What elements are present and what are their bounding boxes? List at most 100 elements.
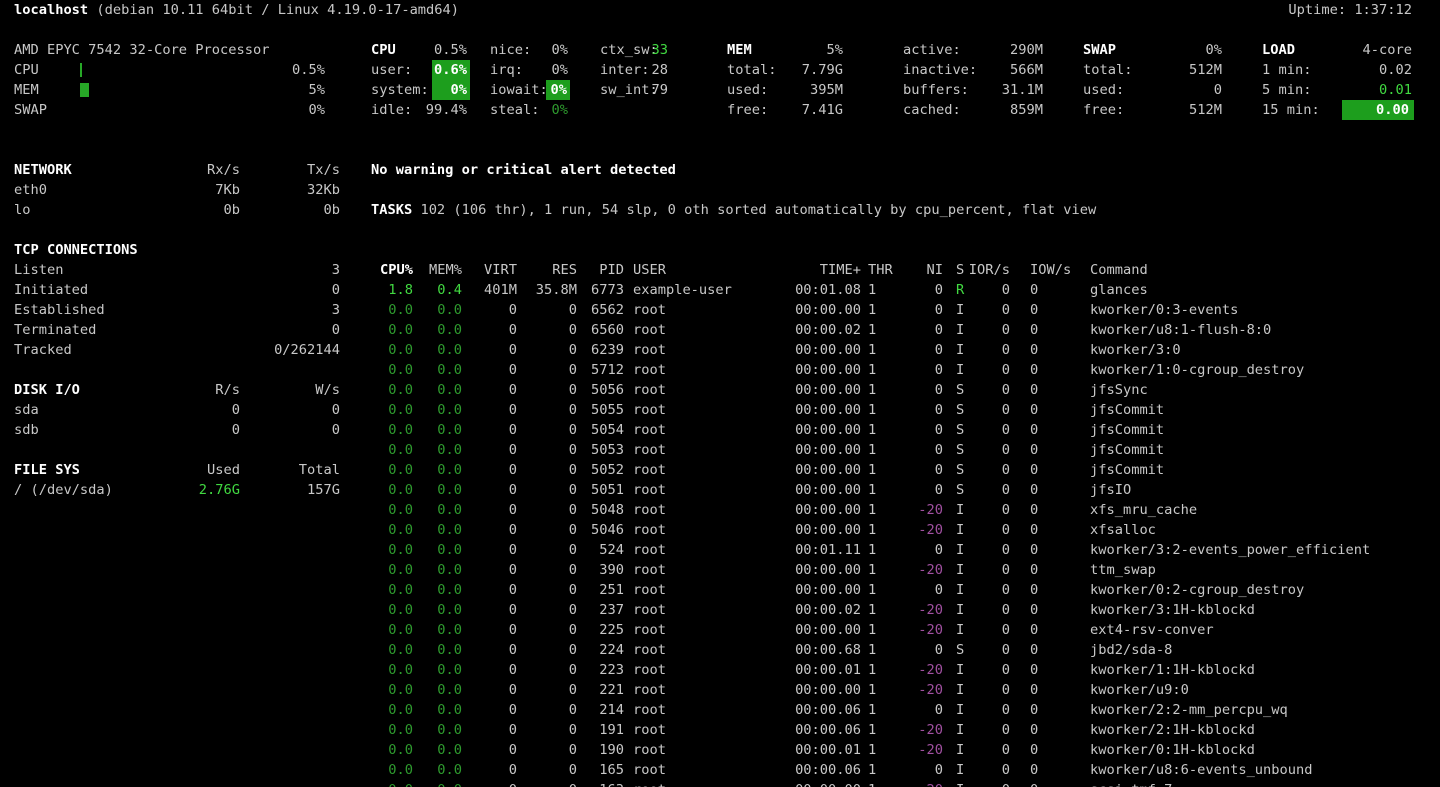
proc-iow: 0 (1030, 720, 1075, 740)
proc-ni: -20 (900, 780, 943, 787)
proc-ni: 0 (900, 440, 943, 460)
network-rx: 0b (160, 200, 240, 220)
proc-res: 0 (525, 680, 577, 700)
proc-res: 0 (525, 440, 577, 460)
mem-cached-label: cached: (903, 100, 961, 120)
network-tx: 0b (260, 200, 340, 220)
proc-ior: 0 (960, 640, 1010, 660)
proc-ior: 0 (960, 500, 1010, 520)
proc-virt: 0 (470, 600, 517, 620)
table-row: 0.00.0005046root00:00.001-20I00xfsalloc (0, 520, 1440, 540)
load-1min-value: 0.02 (1330, 60, 1412, 80)
proc-res: 0 (525, 740, 577, 760)
proc-ni: -20 (900, 620, 943, 640)
proc-mem: 0.0 (422, 780, 462, 787)
proc-virt: 401M (470, 280, 517, 300)
proc-ni: -20 (900, 740, 943, 760)
proc-virt: 0 (470, 700, 517, 720)
proc-time: 00:00.01 (780, 660, 861, 680)
proc-ni: -20 (900, 660, 943, 680)
proc-ni: 0 (900, 400, 943, 420)
proc-time: 00:00.00 (780, 780, 861, 787)
proc-cpu: 0.0 (373, 340, 413, 360)
proc-mem: 0.0 (422, 440, 462, 460)
proc-res: 0 (525, 400, 577, 420)
process-table-header: CPU% MEM% VIRT RES PID USER TIME+ THR NI… (0, 260, 1440, 280)
cpu-iowait-value: 0% (546, 80, 570, 100)
proc-ior: 0 (960, 400, 1010, 420)
table-row: 0.00.0005056root00:00.0010S00jfsSync (0, 380, 1440, 400)
proc-time: 00:00.02 (780, 600, 861, 620)
col-header-ni: NI (900, 260, 943, 280)
proc-mem: 0.0 (422, 540, 462, 560)
tasks-title: TASKS (371, 202, 412, 218)
proc-ni: 0 (900, 420, 943, 440)
proc-virt: 0 (470, 300, 517, 320)
proc-pid: 5051 (577, 480, 624, 500)
proc-mem: 0.0 (422, 300, 462, 320)
proc-res: 0 (525, 660, 577, 680)
proc-mem: 0.0 (422, 520, 462, 540)
proc-ni: 0 (900, 640, 943, 660)
proc-pid: 251 (577, 580, 624, 600)
proc-virt: 0 (470, 780, 517, 787)
proc-cpu: 0.0 (373, 460, 413, 480)
proc-virt: 0 (470, 520, 517, 540)
proc-command: scsi_tmf_7 (1090, 780, 1435, 787)
proc-ni: 0 (900, 360, 943, 380)
cpu-total: 0.5% (395, 40, 467, 60)
proc-command: jbd2/sda-8 (1090, 640, 1435, 660)
swap-percent: 0% (1140, 40, 1222, 60)
proc-command: jfsCommit (1090, 460, 1435, 480)
table-row: 0.00.000163root00:00.001-20I00scsi_tmf_7 (0, 780, 1440, 787)
alert-message: No warning or critical alert detected (371, 160, 676, 180)
proc-res: 0 (525, 300, 577, 320)
col-header-command: Command (1090, 260, 1435, 280)
proc-virt: 0 (470, 660, 517, 680)
mem-used-value: 395M (760, 80, 843, 100)
tasks-sort-info: sorted automatically by cpu_percent, fla… (717, 202, 1096, 218)
proc-ior: 0 (960, 460, 1010, 480)
table-row: 0.00.0005712root00:00.0010I00kworker/1:0… (0, 360, 1440, 380)
cpu-iowait-label: iowait: (490, 80, 548, 100)
proc-command: jfsCommit (1090, 400, 1435, 420)
table-row: 0.00.0005055root00:00.0010S00jfsCommit (0, 400, 1440, 420)
proc-virt: 0 (470, 640, 517, 660)
proc-command: jfsSync (1090, 380, 1435, 400)
proc-ior: 0 (960, 420, 1010, 440)
load-15min-label: 15 min: (1262, 100, 1320, 120)
proc-pid: 5054 (577, 420, 624, 440)
proc-user: root (633, 560, 783, 580)
proc-time: 00:00.06 (780, 720, 861, 740)
proc-ior: 0 (960, 720, 1010, 740)
cpu-ctxsw-value: 33 (620, 40, 668, 60)
proc-virt: 0 (470, 340, 517, 360)
proc-time: 00:00.00 (780, 500, 861, 520)
proc-res: 0 (525, 500, 577, 520)
proc-mem: 0.0 (422, 400, 462, 420)
proc-cpu: 0.0 (373, 660, 413, 680)
cpu-inter-value: 28 (620, 60, 668, 80)
proc-cpu: 0.0 (373, 420, 413, 440)
terminal-screen[interactable]: localhost (debian 10.11 64bit / Linux 4.… (0, 0, 1440, 787)
proc-command: kworker/1:0-cgroup_destroy (1090, 360, 1435, 380)
network-tx: 32Kb (260, 180, 340, 200)
proc-command: ext4-rsv-conver (1090, 620, 1435, 640)
proc-user: root (633, 620, 783, 640)
proc-user: root (633, 380, 783, 400)
table-row: 0.00.0005052root00:00.0010S00jfsCommit (0, 460, 1440, 480)
col-header-res: RES (525, 260, 577, 280)
network-rx: 7Kb (160, 180, 240, 200)
proc-res: 0 (525, 320, 577, 340)
proc-user: root (633, 540, 783, 560)
proc-user: root (633, 360, 783, 380)
proc-iow: 0 (1030, 460, 1075, 480)
proc-cpu: 0.0 (373, 700, 413, 720)
cpu-irq-value: 0% (520, 60, 568, 80)
proc-user: root (633, 500, 783, 520)
proc-res: 0 (525, 360, 577, 380)
proc-command: jfsCommit (1090, 440, 1435, 460)
proc-cpu: 0.0 (373, 380, 413, 400)
table-row: 0.00.0005054root00:00.0010S00jfsCommit (0, 420, 1440, 440)
proc-iow: 0 (1030, 280, 1075, 300)
